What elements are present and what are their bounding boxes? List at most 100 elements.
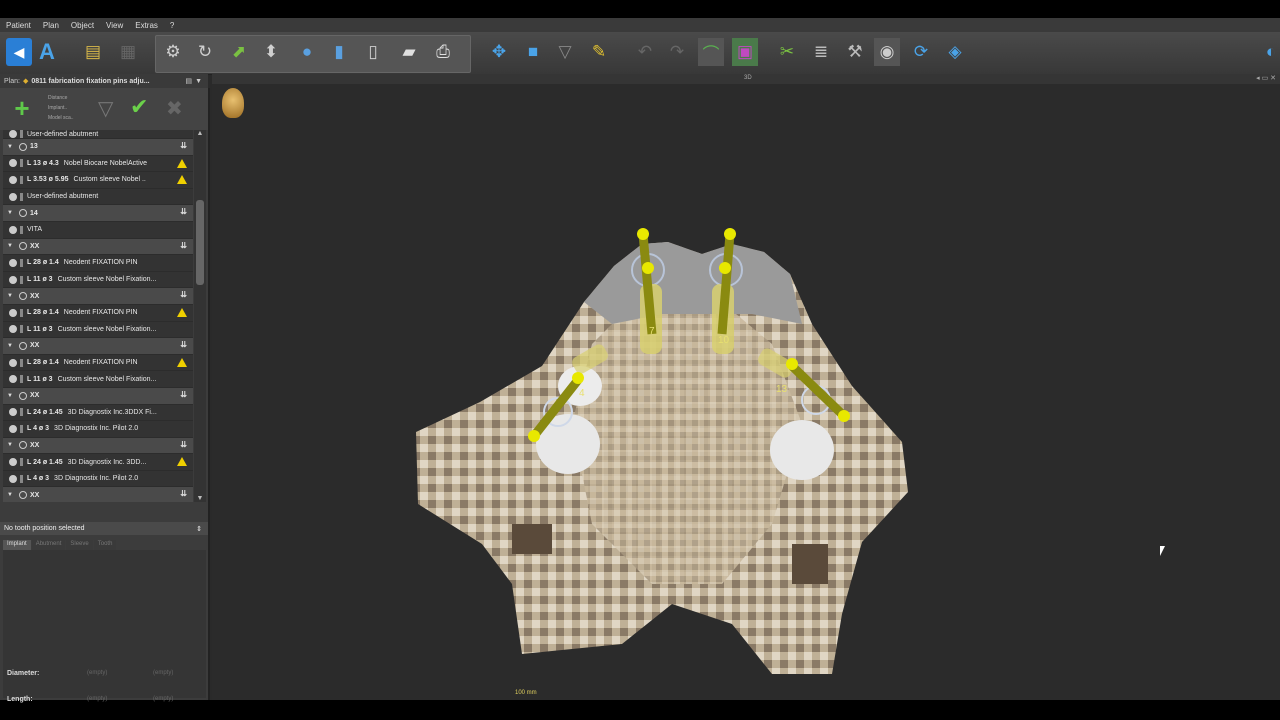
tree-group-header[interactable]: ▼ XX ⇊ — [3, 487, 193, 502]
expand-triangle-icon[interactable]: ▼ — [7, 393, 13, 399]
print-guide-icon[interactable]: ⎙ — [430, 38, 456, 66]
tree-item[interactable]: VITA — [3, 221, 193, 239]
menu-plan[interactable]: Plan — [37, 21, 65, 30]
tree-item[interactable]: L 28 ø 1.4 Neodent FIXATION PIN — [3, 354, 193, 372]
visibility-radio[interactable] — [18, 341, 27, 350]
tree-item[interactable]: L 28 ø 1.4 Neodent FIXATION PIN — [3, 304, 193, 322]
filter-icon[interactable]: ▽ — [552, 38, 578, 66]
view-cube-icon[interactable]: ◈ — [942, 38, 968, 66]
visibility-radio[interactable] — [9, 325, 17, 334]
visibility-radio[interactable] — [9, 175, 17, 184]
panorama-icon[interactable]: ▣ — [732, 38, 758, 66]
tree-group-header[interactable]: ▼ XX ⇊ — [3, 238, 193, 256]
tree-item[interactable]: L 11 ø 3 Custom sleeve Nobel Fixation... — [3, 371, 193, 388]
collapse-chevron-icon[interactable]: ⇊ — [180, 141, 187, 150]
expand-triangle-icon[interactable]: ▼ — [7, 144, 13, 150]
expand-triangle-icon[interactable]: ▼ — [7, 243, 13, 249]
tree-group-header[interactable]: ▼ XX ⇊ — [3, 437, 193, 455]
remove-tool-icon[interactable]: ✖ — [166, 96, 183, 121]
visibility-radio[interactable] — [9, 258, 17, 267]
expand-triangle-icon[interactable]: ▼ — [7, 492, 13, 498]
tree-group-header[interactable]: ▼ 13 ⇊ — [3, 139, 193, 156]
visibility-radio[interactable] — [9, 159, 17, 168]
collapse-chevron-icon[interactable]: ⇊ — [180, 489, 187, 498]
tree-item[interactable]: L 4 ø 3 3D Diagnostix Inc. Pilot 2.0 — [3, 470, 193, 488]
camera-icon[interactable]: ◉ — [874, 38, 900, 66]
diameter-value-2[interactable]: (empty) — [153, 670, 173, 676]
check-guide-icon[interactable]: ✔ — [130, 94, 148, 120]
expand-triangle-icon[interactable]: ▼ — [7, 210, 13, 216]
menu-view[interactable]: View — [100, 21, 129, 30]
visibility-radio[interactable] — [18, 491, 27, 500]
3d-viewport[interactable]: 7 10 4 13 100 mm — [212, 84, 1280, 700]
collapse-chevron-icon[interactable]: ⇊ — [180, 241, 187, 250]
tree-item[interactable]: L 24 ø 1.45 3D Diagnostix Inc.3DDX Fi... — [3, 404, 193, 422]
chevron-down-icon[interactable]: ▼ — [195, 78, 202, 85]
tree-group-header[interactable]: ▼ XX ⇊ — [3, 288, 193, 305]
layers-icon[interactable]: ≣ — [808, 38, 834, 66]
scroll-down-icon[interactable]: ▼ — [194, 495, 206, 502]
cube-icon[interactable]: ■ — [520, 38, 546, 66]
collapse-chevron-icon[interactable]: ⇊ — [180, 340, 187, 349]
tree-item[interactable]: L 24 ø 1.45 3D Diagnostix Inc. 3DD... — [3, 454, 193, 471]
diameter-value[interactable]: (empty) — [87, 670, 107, 676]
expand-triangle-icon[interactable]: ▼ — [7, 293, 13, 299]
collapse-chevron-icon[interactable]: ⇊ — [180, 390, 187, 399]
guide-icon[interactable]: ▰ — [396, 38, 422, 66]
tree-item[interactable]: L 28 ø 1.4 Neodent FIXATION PIN — [3, 255, 193, 272]
cut-icon[interactable]: ✂ — [774, 38, 800, 66]
tree-item[interactable]: User-defined abutment — [3, 130, 193, 139]
tab-sleeve[interactable]: Sleeve — [66, 540, 93, 550]
open-patient-icon[interactable]: ▤ — [80, 38, 106, 66]
visibility-radio[interactable] — [9, 358, 17, 367]
angle-implant-icon[interactable]: ⬈ — [226, 38, 252, 66]
collapse-chevron-icon[interactable]: ⇊ — [180, 440, 187, 449]
visibility-radio[interactable] — [9, 275, 17, 284]
menu-patient[interactable]: Patient — [0, 21, 37, 30]
collapse-chevron-icon[interactable]: ⇊ — [180, 290, 187, 299]
visibility-radio[interactable] — [9, 375, 17, 384]
tree-group-header[interactable]: ▼ 14 ⇊ — [3, 205, 193, 222]
move-icon[interactable]: ✥ — [486, 38, 512, 66]
abutment-icon[interactable]: ⬍ — [258, 38, 284, 66]
tree-group-header[interactable]: ▼ XX ⇊ — [3, 387, 193, 405]
length-value-2[interactable]: (empty) — [153, 696, 173, 702]
visibility-radio[interactable] — [18, 142, 27, 151]
rotate-implant-icon[interactable]: ↻ — [192, 38, 218, 66]
visibility-radio[interactable] — [9, 458, 17, 467]
tab-implant[interactable]: Implant — [3, 540, 31, 550]
plan-menu-icon[interactable]: ▤ — [185, 77, 192, 85]
sleeve-icon[interactable]: ▮ — [326, 38, 352, 66]
menu-help[interactable]: ? — [164, 21, 180, 30]
plan-name[interactable]: 0811 fabrication fixation pins adju... — [31, 78, 149, 85]
visibility-radio[interactable] — [18, 441, 27, 450]
settings-icon[interactable]: ◐ — [1258, 38, 1280, 66]
plan-options-list[interactable]: Distance Implant.. Model sca.. — [48, 93, 74, 123]
visibility-radio[interactable] — [9, 474, 17, 483]
tree-item[interactable]: L 13 ø 4.3 Nobel Biocare NobelActive — [3, 155, 193, 173]
expand-triangle-icon[interactable]: ▼ — [7, 343, 13, 349]
visibility-radio[interactable] — [9, 308, 17, 317]
redo-icon[interactable]: ↷ — [664, 38, 690, 66]
tree-item[interactable]: L 3.53 ø 5.95 Custom sleeve Nobel .. — [3, 172, 193, 189]
scroll-thumb[interactable] — [196, 200, 204, 285]
tab-tooth[interactable]: Tooth — [93, 540, 117, 550]
length-value[interactable]: (empty) — [87, 696, 107, 702]
visibility-radio[interactable] — [9, 225, 17, 234]
scroll-up-icon[interactable]: ▲ — [194, 130, 206, 137]
visibility-radio[interactable] — [18, 292, 27, 301]
tree-item[interactable]: L 11 ø 3 Custom sleeve Nobel Fixation... — [3, 271, 193, 289]
crown-icon[interactable]: ● — [294, 38, 320, 66]
collapse-chevron-icon[interactable]: ⇊ — [180, 207, 187, 216]
visibility-radio[interactable] — [9, 130, 17, 138]
refresh-icon[interactable]: ⟳ — [908, 38, 934, 66]
menu-object[interactable]: Object — [65, 21, 100, 30]
tree-scrollbar[interactable]: ▲ ▼ — [194, 130, 206, 502]
wrench-icon[interactable]: ⚒ — [842, 38, 868, 66]
sleeve-tool-icon[interactable]: ▽ — [98, 96, 113, 121]
visibility-radio[interactable] — [9, 408, 17, 417]
expand-triangle-icon[interactable]: ▼ — [7, 442, 13, 448]
window-controls[interactable]: ◂ ▭ ✕ — [1256, 74, 1276, 82]
visibility-radio[interactable] — [9, 424, 17, 433]
menu-extras[interactable]: Extras — [129, 21, 164, 30]
